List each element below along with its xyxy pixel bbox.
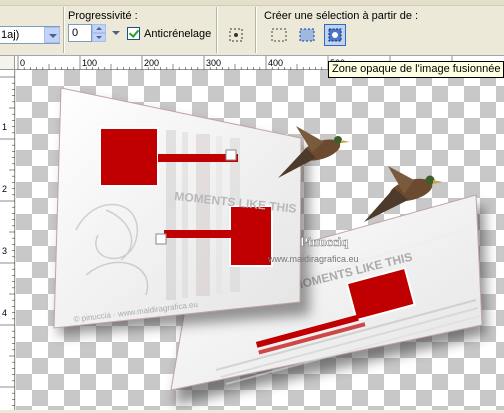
ruler-label: 0 [20, 58, 25, 68]
ruler-label: 100 [82, 58, 97, 68]
selection-options-button[interactable] [225, 24, 247, 46]
progressivity-input[interactable]: 0 [68, 24, 92, 42]
toolbar-separator [63, 7, 64, 53]
progressivity-dropdown-icon[interactable] [108, 24, 124, 42]
progressivity-label: Progressivité : [68, 10, 138, 22]
signature-url: www.maidiragrafica.eu [267, 254, 359, 264]
ruler-label: 4 [2, 308, 7, 318]
toolbar-top-strip [0, 0, 504, 6]
chevron-down-icon[interactable] [44, 27, 60, 43]
ruler-label: 3 [2, 246, 7, 256]
antialias-checkbox[interactable] [127, 27, 140, 40]
ruler-label: 300 [206, 58, 221, 68]
ruler-label: 2 [2, 184, 7, 194]
selection-toolbar: 1aj) Progressivité : 0 Anticrénelage Cré… [0, 0, 504, 56]
from-opaque-area-button[interactable] [324, 24, 346, 46]
selection-layer-icon [299, 28, 315, 42]
image-canvas[interactable]: MOMENTS LIKE THIS MOMENTS LIKE THIS © pi… [16, 70, 504, 410]
button-tooltip: Zone opaque de l'image fusionnée [328, 61, 504, 78]
toolbar-separator [255, 7, 256, 53]
ruler-label: 1 [2, 122, 7, 132]
spinner-down-icon[interactable] [92, 33, 106, 42]
ruler-label: 200 [144, 58, 159, 68]
selection-image-icon [271, 28, 287, 42]
from-image-button[interactable] [268, 24, 290, 46]
antialias-label: Anticrénelage [144, 28, 212, 40]
signature-name: Pinucciq [300, 234, 349, 249]
vertical-ruler: 1 2 3 4 [0, 70, 15, 413]
selection-center-icon [229, 28, 243, 42]
create-selection-label: Créer une sélection à partir de : [264, 10, 419, 22]
canvas-artwork: MOMENTS LIKE THIS MOMENTS LIKE THIS © pi… [53, 87, 486, 405]
ruler-corner [0, 56, 15, 70]
from-layer-button[interactable] [296, 24, 318, 46]
ruler-ticks: 1 2 3 4 [0, 76, 15, 413]
toolbar-separator [216, 7, 217, 53]
spinner-up-icon[interactable] [92, 24, 106, 33]
ruler-label: 400 [268, 58, 283, 68]
progressivity-spinner[interactable] [92, 24, 106, 42]
selection-opaque-icon [328, 28, 342, 42]
